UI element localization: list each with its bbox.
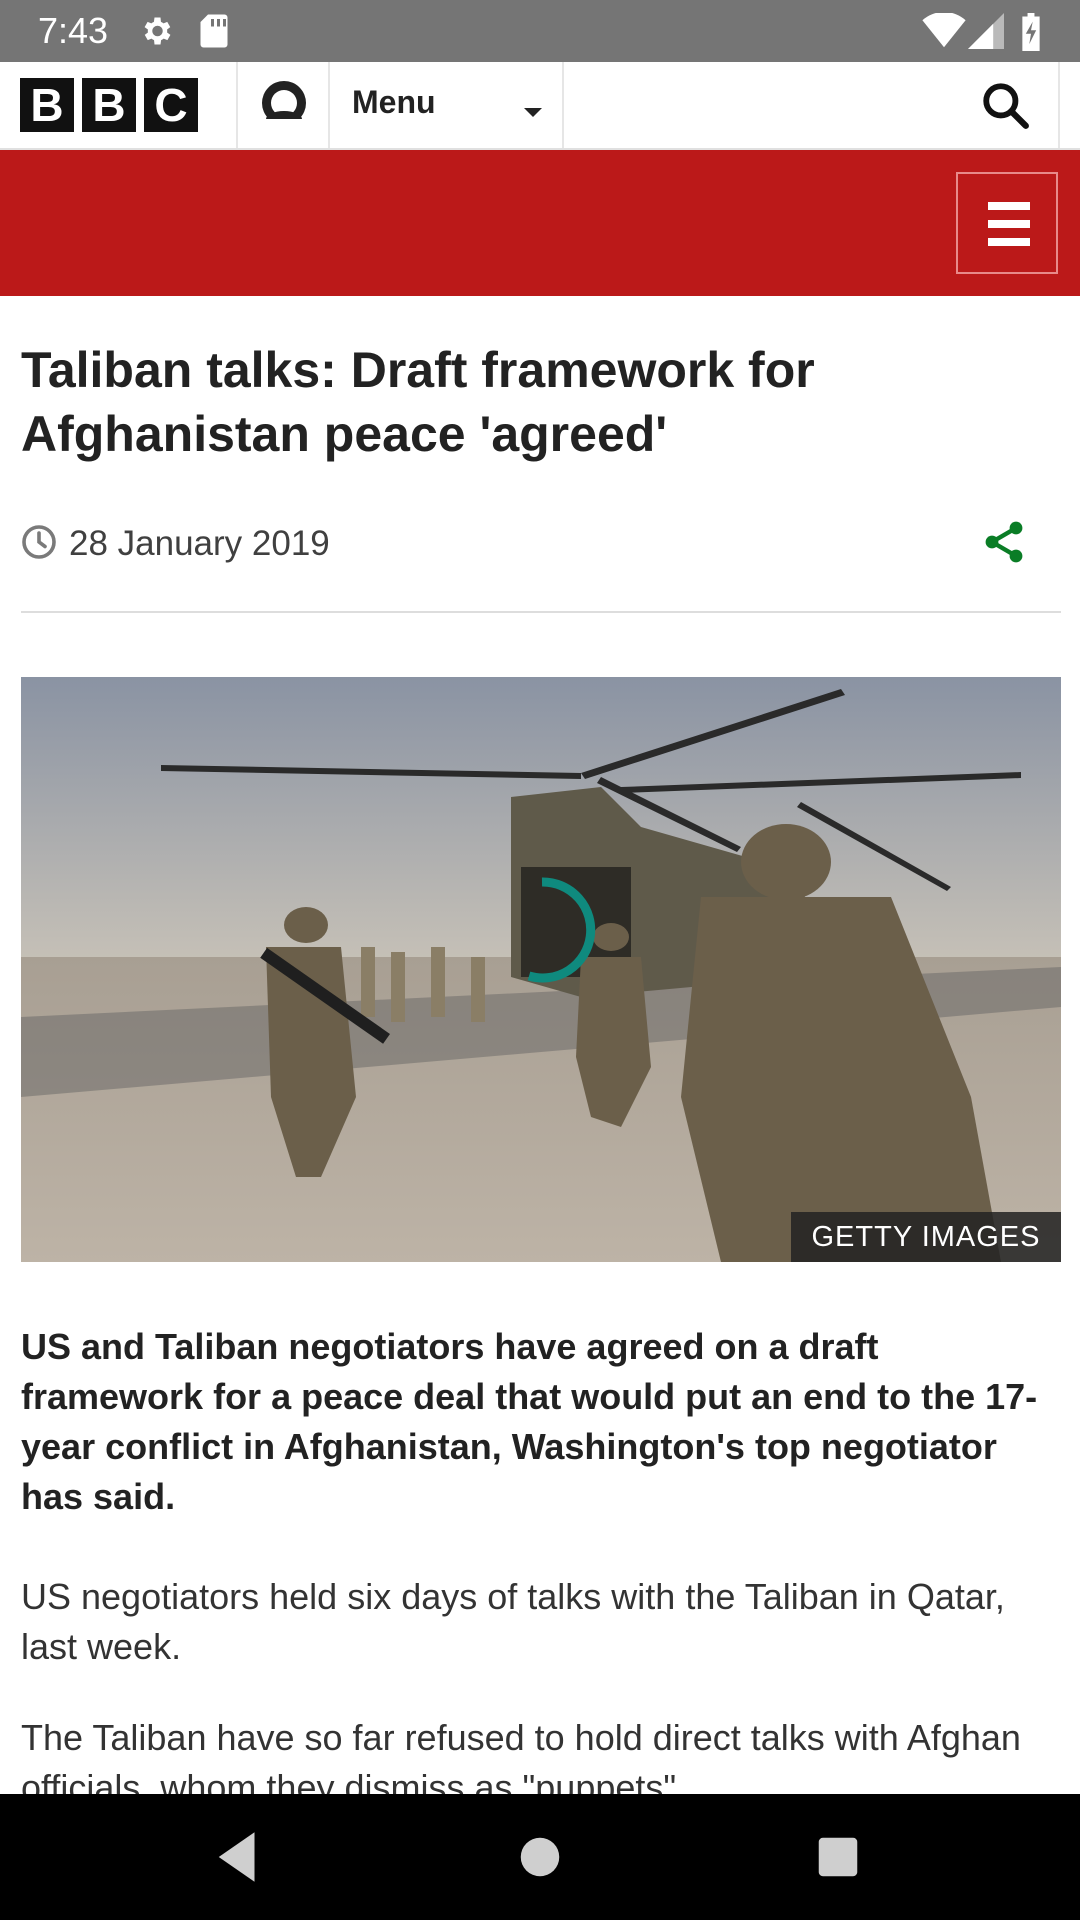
back-button[interactable] [205, 1824, 271, 1890]
article-dateline: 28 January 2019 [21, 520, 330, 568]
logo-block: C [144, 78, 198, 132]
image-credit: GETTY IMAGES [791, 1212, 1061, 1262]
article-image[interactable]: GETTY IMAGES [21, 677, 1061, 1262]
cellular-signal-icon [968, 13, 1004, 54]
header-divider [21, 611, 1061, 613]
menu-label: Menu [352, 84, 436, 120]
sd-card-icon [198, 13, 230, 54]
bbc-logo[interactable]: B B C [20, 78, 198, 132]
menu-dropdown[interactable]: Menu [330, 62, 560, 148]
home-button[interactable] [507, 1824, 573, 1890]
account-icon [260, 79, 308, 132]
logo-block: B [82, 78, 136, 132]
loading-spinner [487, 875, 597, 985]
divider [1058, 62, 1060, 148]
bbc-top-bar: B B C Menu [0, 62, 1080, 150]
recents-icon [805, 1837, 871, 1894]
system-nav-bar [0, 1794, 1080, 1920]
article-headline: Taliban talks: Draft framework for Afgha… [21, 342, 815, 462]
article-date: 28 January 2019 [69, 524, 330, 563]
logo-block: B [20, 78, 74, 132]
battery-charging-icon [1020, 13, 1042, 56]
share-icon [980, 521, 1028, 570]
news-red-band [0, 150, 1080, 296]
wifi-icon [922, 11, 966, 54]
home-icon [507, 1837, 573, 1894]
recents-button[interactable] [805, 1824, 871, 1890]
status-bar: 7:43 [0, 0, 1080, 62]
search-icon [980, 83, 1030, 134]
divider [562, 62, 564, 148]
divider [236, 62, 238, 148]
settings-gear-icon [138, 13, 174, 54]
search-button[interactable] [980, 80, 1030, 130]
hamburger-menu-button[interactable] [956, 172, 1058, 274]
back-icon [205, 1832, 271, 1894]
article-lead: US and Taliban negotiators have agreed o… [21, 1326, 1038, 1517]
clock-icon [21, 524, 57, 565]
status-time: 7:43 [38, 10, 109, 51]
share-button[interactable] [980, 518, 1028, 566]
article-paragraph: US negotiators held six days of talks wi… [21, 1576, 1005, 1667]
account-button[interactable] [240, 62, 328, 148]
caret-down-icon [524, 108, 542, 117]
